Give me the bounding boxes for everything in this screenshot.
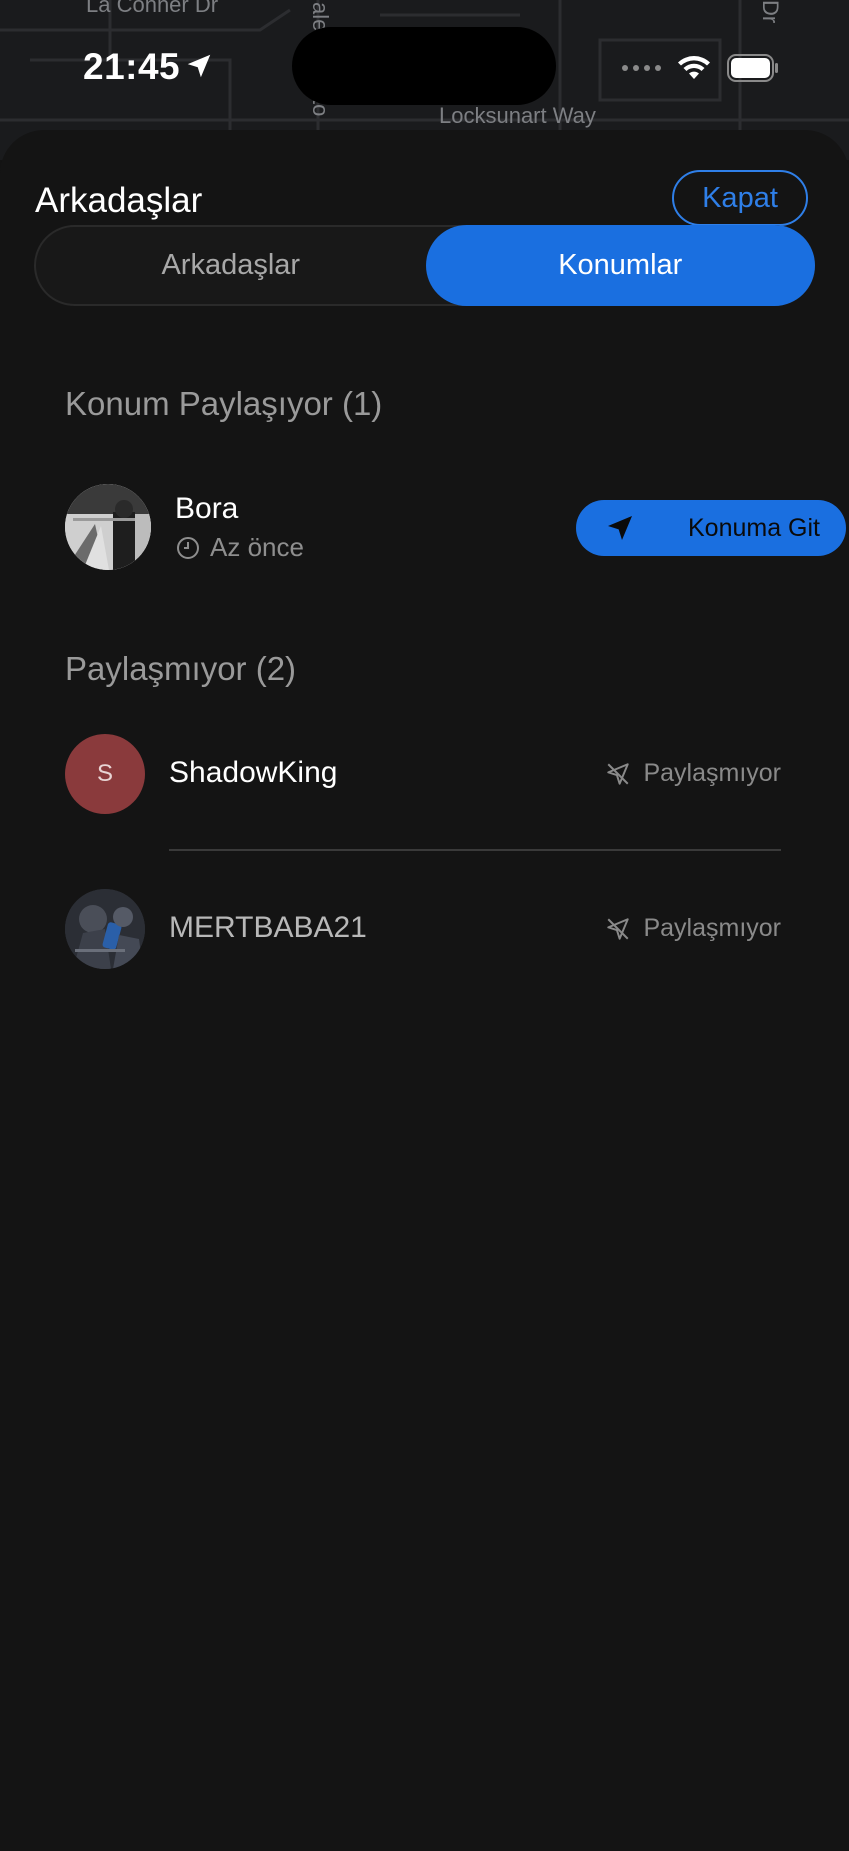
go-to-location-button[interactable]: Konuma Git xyxy=(576,500,846,556)
map-street-label: La Conner Dr xyxy=(86,0,219,17)
battery-icon xyxy=(727,54,778,82)
navigation-arrow-icon xyxy=(608,516,632,540)
dynamic-island xyxy=(292,27,556,105)
sheet-title: Arkadaşlar xyxy=(35,181,203,220)
list-item[interactable]: Bora Az önce Konuma Git xyxy=(65,484,846,574)
list-item[interactable]: S ShadowKing Paylaşmıyor xyxy=(65,734,781,816)
tab-konumlar[interactable]: Konumlar xyxy=(425,225,815,306)
not-sharing-status: Paylaşmıyor xyxy=(605,759,781,788)
section-header-sharing: Konum Paylaşıyor (1) xyxy=(65,385,383,422)
not-sharing-status: Paylaşmıyor xyxy=(605,914,781,943)
go-to-location-label: Konuma Git xyxy=(688,513,821,542)
segmented-control: Arkadaşlar Konumlar xyxy=(34,225,815,306)
map-street-label: Dr xyxy=(758,0,783,24)
friend-name: Bora xyxy=(175,492,239,525)
not-sharing-text: Paylaşmıyor xyxy=(643,759,781,787)
last-seen-text: Az önce xyxy=(210,532,304,562)
map-street-label: Locksunart Way xyxy=(439,103,596,128)
avatar xyxy=(65,484,151,570)
location-slash-icon xyxy=(607,762,630,785)
friends-sheet: Arkadaşlar Kapat Arkadaşlar Konumlar Kon… xyxy=(0,130,849,1851)
close-button[interactable]: Kapat xyxy=(672,170,808,226)
not-sharing-text: Paylaşmıyor xyxy=(643,914,781,942)
avatar xyxy=(65,889,145,969)
friend-name: MERTBABA21 xyxy=(169,911,367,944)
status-time: 21:45 xyxy=(83,46,181,87)
friend-name: ShadowKing xyxy=(169,756,338,789)
cellular-dots-icon xyxy=(622,65,661,71)
wifi-icon xyxy=(678,56,710,79)
location-slash-icon xyxy=(607,917,630,940)
status-indicators xyxy=(622,52,779,84)
screen: La Conner Dr ale to Dr Locksunart Way 21… xyxy=(0,0,849,1851)
section-header-not-sharing: Paylaşmıyor (2) xyxy=(65,650,297,687)
location-arrow-icon xyxy=(187,54,211,78)
last-seen: Az önce xyxy=(176,532,304,563)
avatar-initial: S xyxy=(96,760,113,787)
avatar: S xyxy=(65,734,145,814)
tab-arkadaslar[interactable]: Arkadaşlar xyxy=(36,227,426,304)
clock-icon xyxy=(177,536,199,559)
list-divider xyxy=(169,849,781,851)
list-item[interactable]: MERTBABA21 Paylaşmıyor xyxy=(65,889,781,971)
